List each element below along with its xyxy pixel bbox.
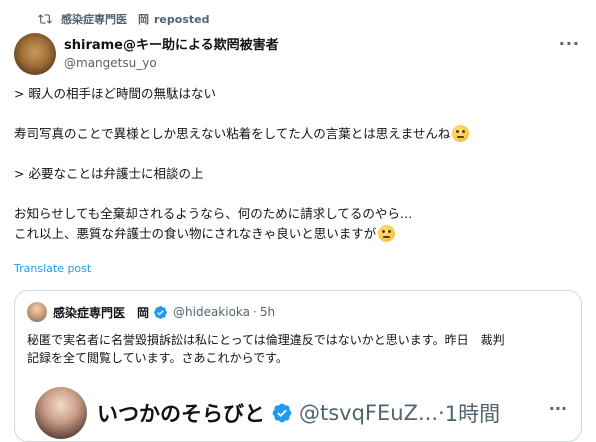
quoted-post[interactable]: 感染症専門医 岡 @hideakioka · 5h 秘匿で実名者に名誉毀損訴訟は… [14, 290, 582, 442]
post-line: > 必要なことは弁護士に相談の上 [14, 166, 204, 181]
verified-badge-icon [272, 403, 292, 423]
repost-indicator[interactable]: 感染症専門医 岡 reposted [38, 11, 209, 27]
quoted-post-header: 感染症専門医 岡 @hideakioka · 5h [27, 302, 275, 322]
separator-dot: · [438, 401, 445, 425]
face-with-rolling-eyes-icon [378, 225, 396, 242]
quoted-text-line: 秘匿で実名者に名誉毀損訴訟は私にとっては倫理違反ではないかと思います。昨日 裁判 [27, 333, 505, 347]
quoted-handle[interactable]: @hideakioka [173, 305, 250, 319]
repost-user[interactable]: 感染症専門医 岡 [61, 11, 149, 27]
more-options-icon[interactable]: ··· [559, 34, 580, 53]
post-line: これ以上、悪質な弁護士の食い物にされなきゃ良いと思いますが [14, 226, 377, 241]
quoted-timestamp[interactable]: 5h [260, 305, 275, 319]
repost-icon [38, 14, 52, 24]
embedded-avatar[interactable] [35, 387, 87, 439]
more-options-icon[interactable]: ··· [549, 399, 567, 418]
post-line: 寿司写真のことで異様としか思えない粘着をしてた人の言葉とは思えませんね [14, 126, 451, 141]
post-line: > 暇人の相手ほど時間の無駄はない [14, 86, 216, 101]
display-name[interactable]: shirame@キー助による欺罔被害者 [64, 34, 279, 53]
avatar[interactable] [14, 33, 56, 75]
embedded-handle[interactable]: @tsvqFEuZ... [299, 401, 438, 425]
quoted-text-line: 記録を全て閲覧しています。さあこれからです。 [27, 351, 288, 365]
face-with-rolling-eyes-icon [452, 125, 470, 142]
embedded-post-header[interactable]: いつかのそらびと @tsvqFEuZ... · 1時間 [35, 387, 500, 439]
repost-label: reposted [154, 12, 210, 26]
user-handle[interactable]: @mangetsu_yo [64, 56, 279, 70]
embedded-display-name[interactable]: いつかのそらびと [97, 398, 265, 428]
quoted-avatar[interactable] [27, 302, 47, 322]
post-header: shirame@キー助による欺罔被害者 @mangetsu_yo [64, 34, 279, 70]
quoted-text: 秘匿で実名者に名誉毀損訴訟は私にとっては倫理違反ではないかと思います。昨日 裁判… [27, 331, 567, 367]
verified-badge-icon [154, 305, 167, 319]
post-line: お知らせしても全棄却されるようなら、何のために請求してるのやら… [14, 206, 413, 221]
translate-post-link[interactable]: Translate post [14, 262, 91, 275]
quoted-display-name[interactable]: 感染症専門医 岡 [53, 304, 149, 321]
post-text: > 暇人の相手ほど時間の無駄はない 寿司写真のことで異様としか思えない粘着をして… [14, 84, 574, 244]
separator-dot: · [253, 305, 257, 319]
embedded-timestamp[interactable]: 1時間 [445, 398, 500, 428]
